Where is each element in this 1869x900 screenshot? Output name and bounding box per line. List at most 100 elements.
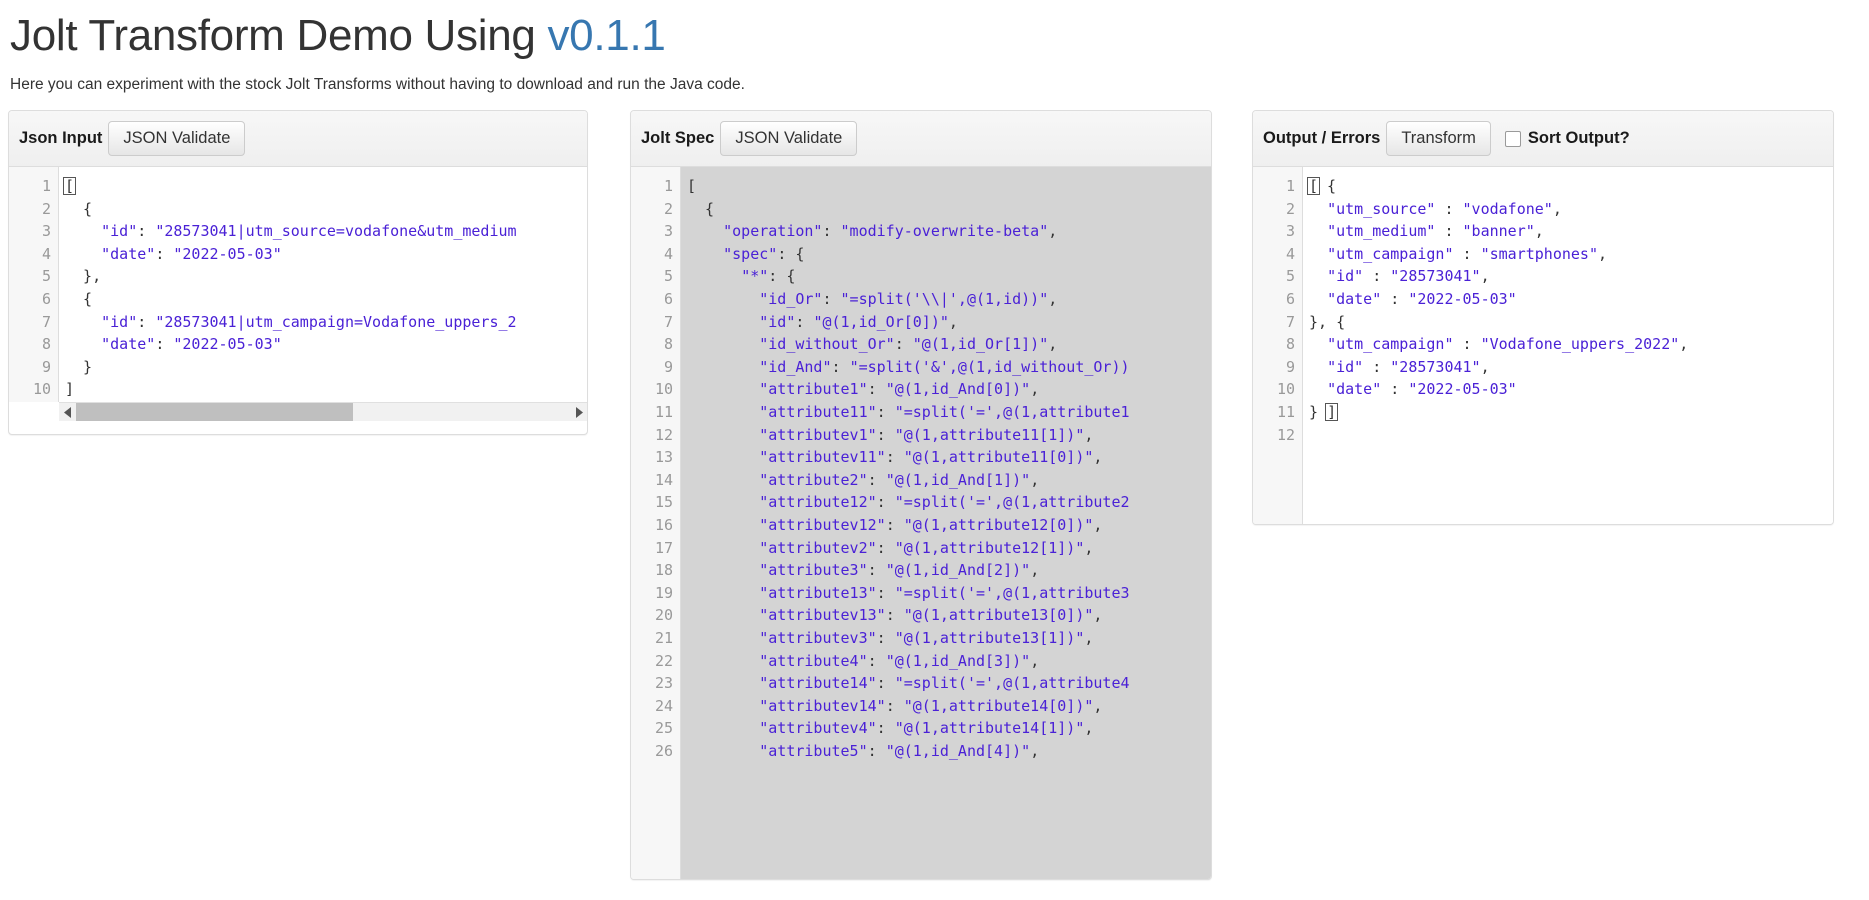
line-number: 4 xyxy=(41,244,51,263)
code-line: "id" : "28573041", xyxy=(1327,357,1490,376)
line-number: 17 xyxy=(654,538,673,557)
text-cursor: ] xyxy=(1325,403,1339,422)
output-errors-panel: Output / Errors Transform Sort Output? 1… xyxy=(1252,110,1834,526)
output-errors-editor[interactable]: 1 2 3 4 5 6 7 8 9 10 11 12 [ { "utm_source" : "voda… xyxy=(1253,167,1833,525)
json-input-panel-header: Json Input JSON Validate xyxy=(9,111,587,168)
code-line: "id": "28573041|utm_source=vodafone&utm_… xyxy=(101,222,517,241)
code-line: "id": "@(1,id_Or[0])", xyxy=(759,312,958,331)
code-line: "attributev2": "@(1,attribute12[1])", xyxy=(759,538,1094,557)
code-line: [ xyxy=(687,177,697,196)
line-number: 12 xyxy=(654,425,673,444)
line-number: 10 xyxy=(654,380,673,399)
output-errors-panel-header: Output / Errors Transform Sort Output? xyxy=(1253,111,1833,168)
code-line: "attribute2": "@(1,id_And[1])", xyxy=(759,470,1040,489)
code-line: "spec": { xyxy=(723,244,805,263)
page-title-version: v0.1.1 xyxy=(547,11,666,60)
line-number: 20 xyxy=(654,606,673,625)
line-number: 5 xyxy=(41,267,51,286)
code-line: "attributev13": "@(1,attribute13[0])", xyxy=(759,606,1103,625)
code-line: "attributev4": "@(1,attribute14[1])", xyxy=(759,719,1094,738)
scroll-right-arrow[interactable] xyxy=(570,403,587,421)
code-line: "utm_source" : "vodafone", xyxy=(1327,199,1562,218)
code-line: "id" : "28573041", xyxy=(1327,267,1490,286)
page-title: Jolt Transform Demo Using v0.1.1 xyxy=(10,11,1859,60)
line-number: 13 xyxy=(654,448,673,467)
code-line: { xyxy=(65,290,93,309)
line-number: 2 xyxy=(663,199,673,218)
jolt-spec-gutter: 1 2 3 4 5 6 7 8 9 10 11 12 13 14 15 16 17 18 19 20 21 22 23 24 2… xyxy=(631,167,681,880)
jolt-spec-code[interactable]: [ { "operation": "modify-overwrite-beta"… xyxy=(681,167,1211,880)
code-line: "attribute12": "=split('=',@(1,attribute… xyxy=(759,493,1130,512)
panels-container: Json Input JSON Validate 1 2 3 4 5 6 7 8 9 10 [ {… xyxy=(0,110,1869,900)
line-number: 1 xyxy=(41,177,51,196)
line-number: 8 xyxy=(1285,335,1295,354)
json-input-scroll-track[interactable] xyxy=(76,403,570,422)
scroll-left-arrow[interactable] xyxy=(59,403,76,421)
line-number: 6 xyxy=(41,290,51,309)
line-number: 7 xyxy=(41,312,51,331)
jolt-spec-editor[interactable]: 1 2 3 4 5 6 7 8 9 10 11 12 13 14 15 16 17 18 19 20 21 22 23 24 2… xyxy=(631,167,1211,880)
line-number: 10 xyxy=(32,380,51,399)
line-number: 6 xyxy=(663,290,673,309)
line-number: 11 xyxy=(654,403,673,422)
code-line: }, xyxy=(65,267,102,286)
jolt-spec-panel-header: Jolt Spec JSON Validate xyxy=(631,111,1211,168)
code-line: "attribute1": "@(1,id_And[0])", xyxy=(759,380,1040,399)
code-line: "attributev12": "@(1,attribute12[0])", xyxy=(759,515,1103,534)
line-number: 4 xyxy=(663,244,673,263)
json-input-scroll-thumb[interactable] xyxy=(76,403,353,422)
json-input-editor[interactable]: 1 2 3 4 5 6 7 8 9 10 [ { "id": "28573041|utm_sour… xyxy=(9,167,587,403)
sort-output-label: Sort Output? xyxy=(1527,129,1630,148)
code-line: [ { xyxy=(1307,177,1337,196)
line-number: 18 xyxy=(654,561,673,580)
json-input-validate-button[interactable]: JSON Validate xyxy=(108,120,246,157)
line-number: 26 xyxy=(654,741,673,760)
code-line: "utm_medium" : "banner", xyxy=(1327,222,1544,241)
code-line: "*": { xyxy=(741,267,796,286)
code-line: "id_without_Or": "@(1,id_Or[1])", xyxy=(759,335,1058,354)
code-line: { xyxy=(65,199,93,218)
output-errors-gutter: 1 2 3 4 5 6 7 8 9 10 11 12 xyxy=(1253,167,1303,525)
code-line: } ] xyxy=(1309,403,1339,422)
line-number: 9 xyxy=(41,357,51,376)
line-number: 8 xyxy=(663,335,673,354)
jolt-spec-validate-button[interactable]: JSON Validate xyxy=(720,120,858,157)
sort-output-checkbox-wrap[interactable]: Sort Output? xyxy=(1504,129,1630,148)
line-number: 3 xyxy=(663,222,673,241)
code-line: "operation": "modify-overwrite-beta", xyxy=(723,222,1058,241)
json-input-code[interactable]: [ { "id": "28573041|utm_source=vodafone&… xyxy=(59,167,587,402)
text-cursor: [ xyxy=(63,177,77,196)
code-line: "attribute14": "=split('=',@(1,attribute… xyxy=(759,674,1130,693)
line-number: 24 xyxy=(654,696,673,715)
jolt-spec-panel: Jolt Spec JSON Validate 1 2 3 4 5 6 7 8 9 10 11 12 1… xyxy=(630,110,1212,881)
code-line: "utm_campaign" : "smartphones", xyxy=(1327,244,1608,263)
line-number: 19 xyxy=(654,583,673,602)
line-number: 22 xyxy=(654,651,673,670)
code-line: }, { xyxy=(1309,312,1346,331)
code-line: "date": "2022-05-03" xyxy=(101,244,282,263)
transform-button[interactable]: Transform xyxy=(1386,120,1491,157)
line-number: 9 xyxy=(1285,357,1295,376)
output-errors-code[interactable]: [ { "utm_source" : "vodafone", "utm_medi… xyxy=(1303,167,1833,524)
jolt-spec-title: Jolt Spec xyxy=(641,129,715,148)
code-line: "attributev14": "@(1,attribute14[0])", xyxy=(759,696,1103,715)
code-line: ] xyxy=(65,380,75,399)
line-number: 11 xyxy=(1276,403,1295,422)
line-number: 2 xyxy=(41,199,51,218)
code-line: "date" : "2022-05-03" xyxy=(1327,290,1517,309)
line-number: 3 xyxy=(41,222,51,241)
code-line: "id_Or": "=split('\\|',@(1,id))", xyxy=(759,290,1058,309)
line-number: 2 xyxy=(1285,199,1295,218)
code-line: "attributev3": "@(1,attribute13[1])", xyxy=(759,628,1094,647)
line-number: 14 xyxy=(654,470,673,489)
code-line: "date" : "2022-05-03" xyxy=(1327,380,1517,399)
sort-output-checkbox[interactable] xyxy=(1504,130,1521,147)
line-number: 9 xyxy=(663,357,673,376)
line-number: 1 xyxy=(1285,177,1295,196)
code-line: "attribute13": "=split('=',@(1,attribute… xyxy=(759,583,1130,602)
code-line: [ xyxy=(63,175,587,198)
json-input-horizontal-scrollbar[interactable] xyxy=(59,402,587,422)
line-number: 21 xyxy=(654,628,673,647)
code-line: "utm_campaign" : "Vodafone_uppers_2022", xyxy=(1327,335,1689,354)
page-subtitle: Here you can experiment with the stock J… xyxy=(10,76,745,94)
